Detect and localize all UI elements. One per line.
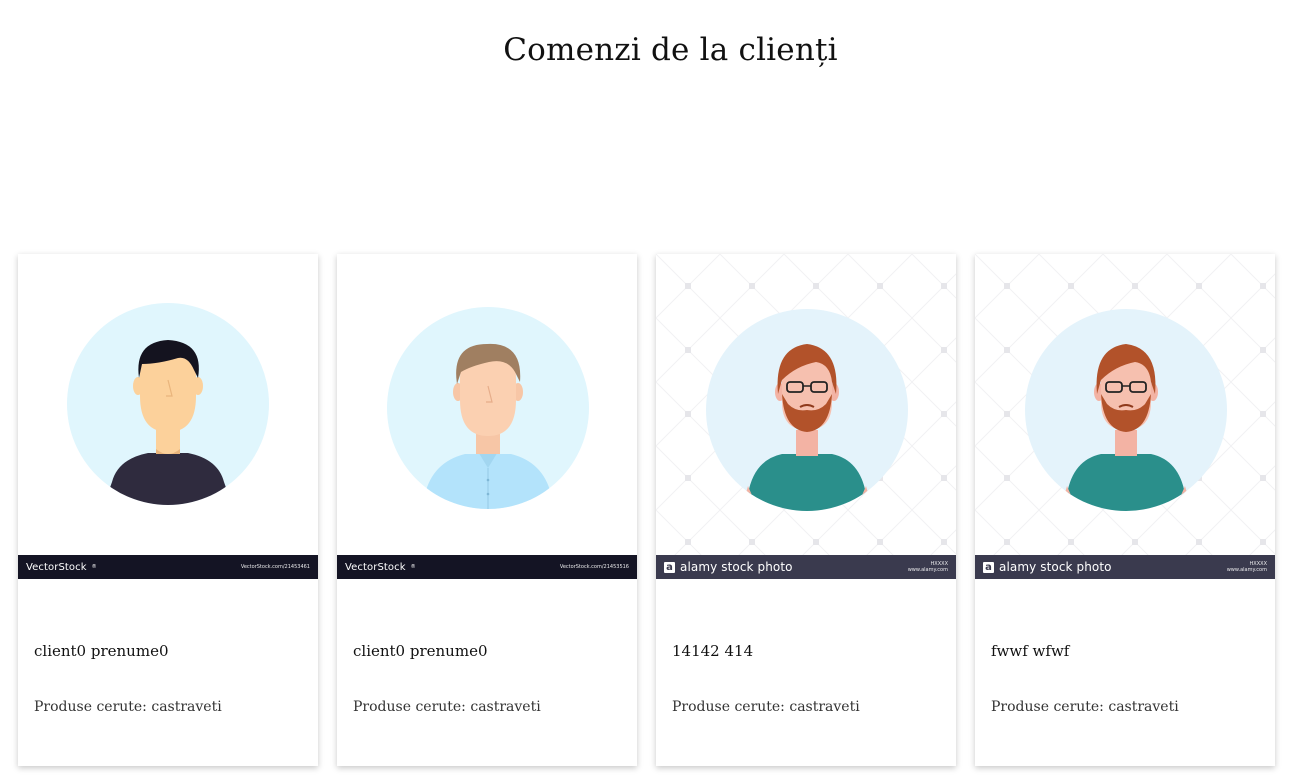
man-brown-hair-light-blue-shirt-icon	[387, 307, 589, 509]
client-products: Produse cerute: castraveti	[672, 699, 860, 715]
man-black-hair-dark-shirt-icon	[67, 303, 269, 505]
watermark-code: HXXXX www.alamy.com	[1226, 561, 1267, 573]
products-label: Produse cerute:	[991, 699, 1104, 715]
vectorstock-logo: VectorStock ®	[26, 561, 97, 573]
alamy-a-icon: a	[664, 561, 675, 573]
watermark-url: VectorStock.com/21453461	[240, 564, 310, 570]
client-card[interactable]: VectorStock ® VectorStock.com/21453461 cl…	[18, 254, 318, 766]
client-name: 14142 414	[672, 642, 754, 660]
client-products: Produse cerute: castraveti	[353, 699, 541, 715]
client-products: Produse cerute: castraveti	[991, 699, 1179, 715]
watermark-url: VectorStock.com/21453516	[559, 564, 629, 570]
bearded-man-glasses-teal-shirt-icon	[975, 254, 1275, 558]
client-card[interactable]: VectorStock ® VectorStock.com/21453516 cl…	[337, 254, 637, 766]
client-avatar-image: a alamy stock photo HXXXX www.alamy.com	[656, 254, 956, 579]
client-card[interactable]: a alamy stock photo HXXXX www.alamy.com 14…	[656, 254, 956, 766]
alamy-watermark-bar: a alamy stock photo HXXXX www.alamy.com	[656, 555, 956, 579]
products-value: castraveti	[1108, 699, 1179, 715]
alamy-a-icon: a	[983, 561, 994, 573]
client-avatar-image: VectorStock ® VectorStock.com/21453516	[337, 254, 637, 579]
client-name: fwwf wfwf	[991, 642, 1070, 660]
client-avatar-image: VectorStock ® VectorStock.com/21453461	[18, 254, 318, 579]
products-value: castraveti	[470, 699, 541, 715]
client-avatar-image: a alamy stock photo HXXXX www.alamy.com	[975, 254, 1275, 579]
alamy-watermark-bar: a alamy stock photo HXXXX www.alamy.com	[975, 555, 1275, 579]
watermark-code: HXXXX www.alamy.com	[907, 561, 948, 573]
products-label: Produse cerute:	[672, 699, 785, 715]
client-cards-grid: VectorStock ® VectorStock.com/21453461 cl…	[18, 254, 1278, 766]
client-products: Produse cerute: castraveti	[34, 699, 222, 715]
alamy-logo: a alamy stock photo	[664, 560, 793, 574]
alamy-logo: a alamy stock photo	[983, 560, 1112, 574]
vectorstock-watermark-bar: VectorStock ® VectorStock.com/21453461	[18, 555, 318, 579]
client-card[interactable]: a alamy stock photo HXXXX www.alamy.com fw…	[975, 254, 1275, 766]
client-name: client0 prenume0	[34, 642, 169, 660]
products-value: castraveti	[789, 699, 860, 715]
vectorstock-watermark-bar: VectorStock ® VectorStock.com/21453516	[337, 555, 637, 579]
client-name: client0 prenume0	[353, 642, 488, 660]
products-label: Produse cerute:	[353, 699, 466, 715]
vectorstock-logo: VectorStock ®	[345, 561, 416, 573]
bearded-man-glasses-teal-shirt-icon	[656, 254, 956, 558]
products-label: Produse cerute:	[34, 699, 147, 715]
products-value: castraveti	[151, 699, 222, 715]
page-title: Comenzi de la clienți	[503, 32, 838, 68]
